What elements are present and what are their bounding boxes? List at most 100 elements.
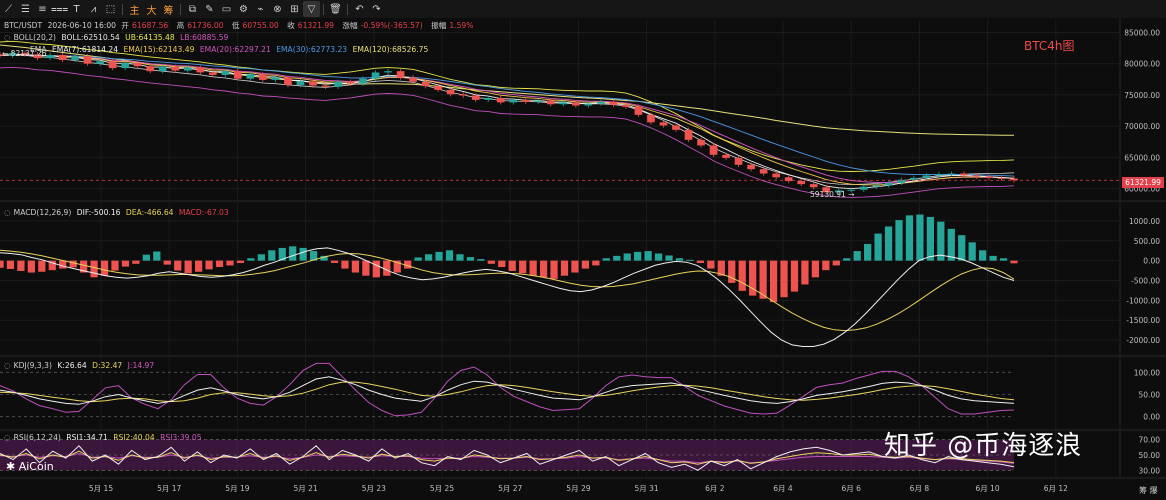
indicator-toggle-2[interactable]: 大: [143, 1, 160, 17]
ema20-value: EMA(20):62297.21: [199, 45, 271, 54]
macd-histogram-bar: [780, 260, 788, 298]
filter-tool-button[interactable]: ▽: [303, 1, 320, 17]
parallel-lines-tool-button[interactable]: ≡: [34, 1, 51, 17]
candle-body: [196, 67, 205, 73]
ema15-value: EMA(15):62143.49: [123, 45, 195, 54]
macd-histogram-bar: [989, 255, 997, 261]
corner-controls[interactable]: 筹 爆: [1139, 485, 1158, 496]
macd-y-tick-label: 500.00: [1134, 237, 1160, 246]
undo-tool-button[interactable]: ↶: [351, 1, 368, 17]
macd-histogram-bar: [801, 260, 809, 285]
candle-body: [960, 173, 968, 176]
boll-ub-value: UB:64135.48: [125, 33, 175, 42]
macd-histogram-bar: [539, 260, 548, 278]
min-price-label: 59130.91 →: [810, 190, 855, 199]
macd-histogram-bar: [853, 251, 861, 261]
macd-histogram-bar: [90, 260, 98, 278]
macd-histogram-bar: [184, 260, 192, 274]
macd-histogram-bar: [1010, 260, 1018, 264]
alert-tool-button[interactable]: ▭: [218, 1, 235, 17]
boll-mid-value: BOLL:62510.54: [61, 33, 120, 42]
measure-tool-button[interactable]: ⬚: [102, 1, 119, 17]
macd-y-tick-label: -1000.00: [1126, 296, 1160, 305]
macd-histogram-bar: [884, 226, 893, 261]
text-tool-button[interactable]: T: [68, 1, 85, 17]
delete-tool-button[interactable]: 🗑: [327, 1, 344, 17]
kdj-y-tick-label: 0.00: [1143, 413, 1160, 422]
link-tool-button[interactable]: ⊗: [269, 1, 286, 17]
macd-histogram-bar: [958, 235, 966, 261]
high-label: 高: [176, 21, 185, 30]
eye-icon[interactable]: ◌: [4, 33, 11, 42]
eye-icon[interactable]: ◌: [4, 433, 11, 442]
candle-body: [647, 114, 655, 123]
dea-value: DEA:-466.64: [125, 208, 174, 217]
candle-body: [859, 186, 868, 190]
price-info-line: BTC/USDT 2026-06-10 16:00 开 61687.56 高 617…: [4, 21, 479, 31]
dif-value: DIF:-500.16: [76, 208, 121, 217]
indicator-toggle-3[interactable]: 筹: [160, 1, 177, 17]
macd-histogram-bar: [947, 228, 955, 261]
candle-body: [910, 177, 918, 180]
macd-histogram-bar: [330, 260, 339, 264]
rsi-legend[interactable]: ◌ RSI(6,12,24) RSI1:34.71 RSI2:40.04 RSI3…: [4, 433, 205, 443]
macd-histogram-bar: [69, 260, 77, 268]
j-value: J:14.97: [127, 361, 155, 370]
macd-histogram-bar: [832, 260, 840, 266]
candle-body: [46, 54, 54, 59]
eye-icon[interactable]: ◌: [4, 208, 11, 217]
macd-histogram-bar: [811, 260, 820, 278]
candle-body: [71, 56, 79, 60]
candle-body: [446, 89, 455, 95]
candle-body: [133, 63, 142, 67]
macd-histogram-bar: [247, 258, 255, 261]
pattern-tool-button[interactable]: ⩘: [85, 1, 102, 17]
close-value: 61321.99: [297, 21, 334, 30]
macd-legend[interactable]: ◌ MACD(12,26,9) DIF:-500.16 DEA:-466.64 M…: [4, 208, 232, 218]
x-tick-label: 5月 19: [225, 484, 249, 493]
boll-lb-value: LB:60885.59: [180, 33, 229, 42]
macd-histogram-bar: [424, 254, 433, 261]
aicoin-logo: ✱ AiCoin: [6, 460, 54, 473]
macd-histogram-bar: [926, 216, 934, 261]
candle-body: [534, 100, 543, 102]
eye-icon[interactable]: ◌: [4, 361, 11, 370]
price-y-tick-label: 85000.00: [1124, 28, 1160, 37]
candle-body: [872, 185, 881, 187]
ema-legend[interactable]: EMA EMA(7):61814.24 EMA(15):62143.49 EMA…: [30, 45, 431, 55]
trend-line-tool-button[interactable]: ⟋: [0, 1, 17, 17]
x-tick-label: 5月 31: [634, 484, 658, 493]
candle-body: [634, 106, 643, 115]
copy-tool-button[interactable]: ⧉: [184, 1, 201, 17]
boll-legend[interactable]: ◌ BOLL(20,2) BOLL:62510.54 UB:64135.48 LB…: [4, 33, 231, 43]
layout-tool-button[interactable]: ⊞: [286, 1, 303, 17]
candle-body: [709, 145, 718, 155]
macd-histogram-bar: [864, 243, 872, 261]
candle-body: [434, 86, 442, 90]
candle-body: [221, 71, 230, 75]
kdj-legend[interactable]: ◌ KDJ(9,3,3) K:26.64 D:32.47 J:14.97: [4, 361, 157, 371]
redo-tool-button[interactable]: ↷: [368, 1, 385, 17]
macd-histogram-bar: [27, 260, 35, 273]
macd-histogram-bar: [644, 251, 652, 261]
macd-histogram-bar: [268, 250, 276, 261]
indicator-tool-button[interactable]: ⌁: [252, 1, 269, 17]
candle-body: [309, 81, 317, 86]
max-price-label: ← 82137.26: [2, 49, 47, 58]
macd-y-tick-label: -1500.00: [1126, 316, 1160, 325]
channel-tool-button[interactable]: ⩶: [51, 1, 68, 17]
macd-y-tick-label: 1000.00: [1129, 217, 1160, 226]
settings-tool-button[interactable]: ⚙: [235, 1, 252, 17]
candle-body: [58, 54, 67, 60]
kdj-y-tick-label: 100.00: [1134, 368, 1160, 377]
macd-histogram-bar: [100, 260, 109, 276]
macd-histogram-bar: [194, 260, 203, 272]
x-tick-label: 5月 21: [293, 484, 317, 493]
macd-histogram-bar: [843, 258, 851, 261]
indicator-toggle-1[interactable]: 主: [126, 1, 143, 17]
macd-y-tick-label: 0.00: [1143, 257, 1160, 266]
macd-histogram-bar: [111, 260, 119, 271]
horizontal-lines-tool-button[interactable]: ☰: [17, 1, 34, 17]
edit-tool-button[interactable]: ✎: [201, 1, 218, 17]
open-label: 开: [121, 21, 130, 30]
